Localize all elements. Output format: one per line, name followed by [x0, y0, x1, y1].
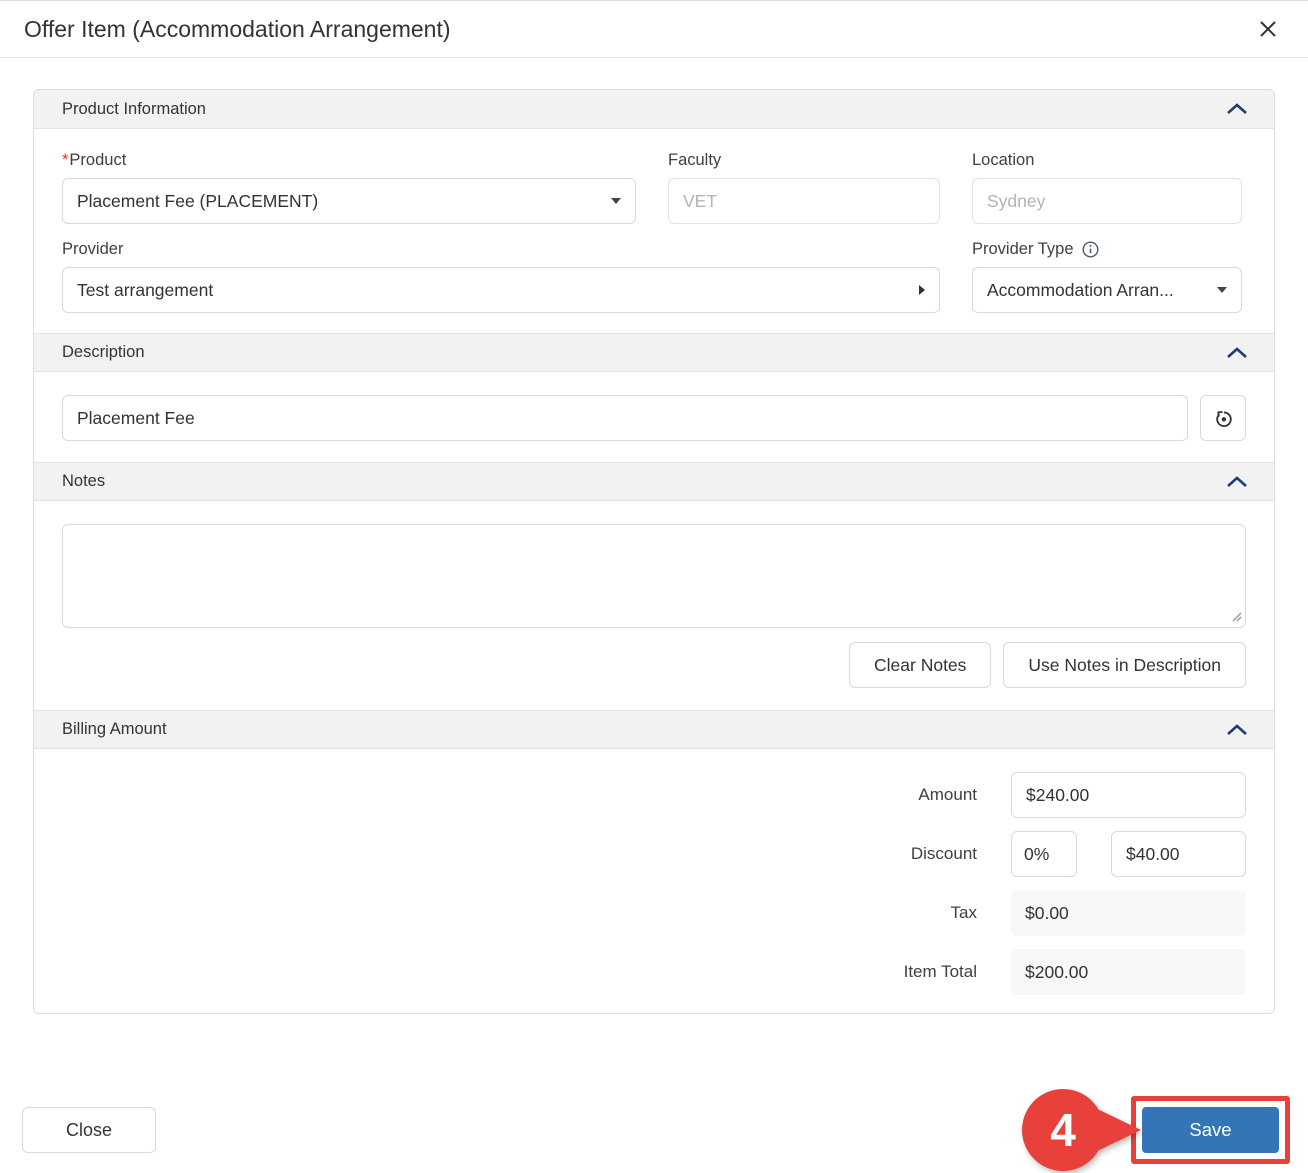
chevron-up-icon[interactable] — [1224, 345, 1250, 361]
section-title: Billing Amount — [62, 720, 167, 739]
form-panel: Product Information *Product Placement F… — [33, 89, 1275, 1014]
modal-title: Offer Item (Accommodation Arrangement) — [24, 16, 451, 43]
provider-type-label: Provider Type — [972, 240, 1242, 259]
restore-description-button[interactable] — [1200, 395, 1246, 441]
notes-textarea[interactable] — [62, 524, 1246, 628]
description-body — [34, 372, 1274, 462]
modal-header: Offer Item (Accommodation Arrangement) — [0, 1, 1308, 58]
section-title: Product Information — [62, 100, 206, 119]
section-header-billing-amount[interactable]: Billing Amount — [34, 710, 1274, 749]
billing-body: Amount Discount Tax $0.00 Item Total $20… — [34, 749, 1274, 1013]
chevron-down-icon — [1217, 287, 1227, 293]
section-header-description[interactable]: Description — [34, 333, 1274, 372]
chevron-up-icon[interactable] — [1224, 474, 1250, 490]
use-notes-in-description-button[interactable]: Use Notes in Description — [1003, 642, 1246, 688]
save-button[interactable]: Save — [1142, 1107, 1279, 1153]
product-information-body: *Product Placement Fee (PLACEMENT) Facul… — [34, 129, 1274, 333]
chevron-up-icon[interactable] — [1224, 101, 1250, 117]
provider-select[interactable]: Test arrangement — [62, 267, 940, 313]
discount-amount-input[interactable] — [1111, 831, 1246, 877]
chevron-up-icon[interactable] — [1224, 722, 1250, 738]
save-group: 4 Save — [1021, 1086, 1290, 1173]
item-total-label: Item Total — [904, 962, 977, 982]
chevron-right-icon — [919, 285, 925, 295]
tax-row: Tax $0.00 — [62, 890, 1246, 936]
provider-type-select[interactable]: Accommodation Arran... — [972, 267, 1242, 313]
required-marker: * — [62, 151, 68, 169]
description-input[interactable] — [62, 395, 1188, 441]
item-total-value: $200.00 — [1011, 949, 1246, 995]
tax-value: $0.00 — [1011, 890, 1246, 936]
amount-row: Amount — [62, 772, 1246, 818]
section-title: Description — [62, 343, 145, 362]
provider-select-value: Test arrangement — [77, 280, 213, 301]
resize-handle-icon[interactable] — [1230, 609, 1242, 627]
amount-label: Amount — [918, 785, 977, 805]
chevron-down-icon — [611, 198, 621, 204]
discount-row: Discount — [62, 831, 1246, 877]
notes-body: Clear Notes Use Notes in Description — [34, 501, 1274, 710]
provider-type-select-value: Accommodation Arran... — [987, 280, 1174, 301]
location-label: Location — [972, 151, 1242, 170]
section-title: Notes — [62, 472, 105, 491]
info-icon[interactable] — [1082, 241, 1099, 258]
save-highlight-frame: Save — [1131, 1096, 1290, 1164]
close-button[interactable]: Close — [22, 1107, 156, 1153]
restore-icon — [1212, 407, 1235, 430]
product-label: *Product — [62, 151, 636, 170]
close-icon[interactable] — [1254, 15, 1282, 43]
faculty-label: Faculty — [668, 151, 940, 170]
discount-label: Discount — [911, 844, 977, 864]
location-field — [972, 178, 1242, 224]
discount-percent-input[interactable] — [1011, 831, 1077, 877]
section-header-product-information[interactable]: Product Information — [34, 90, 1274, 129]
amount-input[interactable] — [1011, 772, 1246, 818]
faculty-field — [668, 178, 940, 224]
modal-footer: Close 4 Save — [0, 1086, 1308, 1173]
section-header-notes[interactable]: Notes — [34, 462, 1274, 501]
step-4-callout-arrow: 4 — [1021, 1086, 1143, 1173]
provider-label: Provider — [62, 240, 940, 259]
item-total-row: Item Total $200.00 — [62, 949, 1246, 995]
clear-notes-button[interactable]: Clear Notes — [849, 642, 991, 688]
tax-label: Tax — [951, 903, 977, 923]
product-select[interactable]: Placement Fee (PLACEMENT) — [62, 178, 636, 224]
offer-item-modal: Offer Item (Accommodation Arrangement) P… — [0, 0, 1308, 1173]
step-number: 4 — [1050, 1104, 1076, 1156]
product-select-value: Placement Fee (PLACEMENT) — [77, 191, 318, 212]
